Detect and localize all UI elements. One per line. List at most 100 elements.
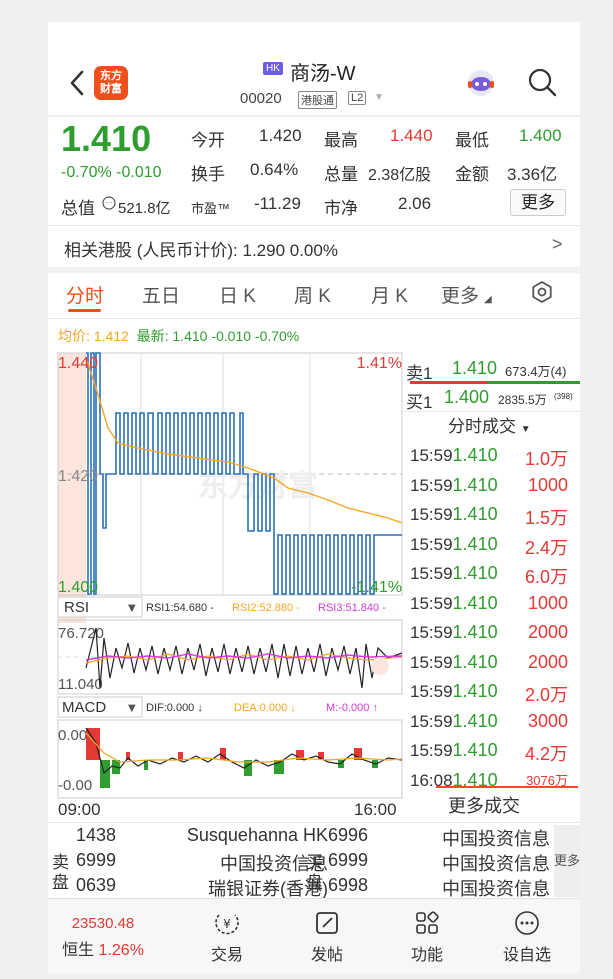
chevron-right-icon[interactable]: > bbox=[552, 234, 563, 255]
related-stock[interactable]: 相关港股 (人民币计价): 1.290 0.00% bbox=[64, 236, 338, 261]
more-brokers-button[interactable]: 更多 bbox=[554, 825, 580, 897]
trade-row: 15:591.410 6.0万 bbox=[410, 563, 580, 592]
ask-level-1[interactable]: 卖1 1.410 673.4万(4) bbox=[404, 357, 580, 384]
trade-row: 15:591.410 2.0万 bbox=[410, 681, 580, 710]
ask-volume: 673.4万(4) bbox=[505, 364, 567, 379]
trade-volume: 2.4万 bbox=[524, 537, 568, 558]
tab-weekly-k[interactable]: 周 K bbox=[294, 281, 331, 308]
svg-text:¥: ¥ bbox=[223, 917, 231, 931]
sell-broker-name: Susquehanna HK bbox=[186, 825, 328, 845]
trade-button[interactable]: ¥ 交易 bbox=[182, 899, 272, 965]
amount-label: 金额 bbox=[455, 165, 489, 184]
trade-row: 15:591.410 4.2万 bbox=[410, 740, 580, 769]
m-value: M:-0.000 ↑ bbox=[326, 702, 378, 714]
edit-icon bbox=[316, 912, 338, 934]
bid-label: 买1 bbox=[406, 393, 433, 412]
app-logo[interactable]: 东方 财富 bbox=[94, 66, 128, 100]
connect-tag: 港股通 bbox=[298, 91, 337, 109]
sell-broker-code: 0639 bbox=[76, 875, 117, 895]
y-label-bottom: 1.400 bbox=[58, 579, 98, 596]
macd-label[interactable]: MACD bbox=[62, 699, 106, 716]
pct-label-bottom: -1.41% bbox=[351, 579, 402, 596]
post-label: 发帖 bbox=[310, 947, 343, 964]
buy-broker-code: 6996 bbox=[328, 825, 369, 845]
avg-label: 均价: bbox=[58, 328, 90, 344]
trade-time: 15:59 bbox=[410, 623, 453, 642]
bid-count: (398) bbox=[554, 392, 573, 401]
ask-price: 1.410 bbox=[452, 358, 498, 378]
trade-price: 1.410 bbox=[452, 445, 498, 465]
rsi-bottom-label: 11.040 bbox=[58, 676, 103, 693]
level2-tag[interactable]: L2 bbox=[348, 91, 367, 105]
tab-intraday[interactable]: 分时 bbox=[66, 281, 104, 308]
robot-assistant-icon[interactable] bbox=[464, 66, 498, 100]
open-label: 今开 bbox=[191, 131, 225, 150]
trade-row: 15:591.410 2000 bbox=[410, 622, 580, 651]
volume-value: 2.38亿股 bbox=[368, 167, 432, 184]
chevron-down-icon: ▼ bbox=[520, 424, 531, 435]
trade-price: 1.410 bbox=[452, 740, 498, 760]
trade-price: 1.410 bbox=[452, 563, 498, 583]
sell-broker-code: 6999 bbox=[76, 850, 117, 870]
trades-title[interactable]: 分时成交 ▼ bbox=[448, 412, 531, 437]
trade-volume: 4.2万 bbox=[524, 744, 568, 764]
index-ticker[interactable]: 23530.48 恒生 1.26% bbox=[48, 899, 158, 960]
index-name: 恒生 bbox=[62, 942, 95, 959]
trade-row: 15:591.410 2.4万 bbox=[410, 534, 580, 563]
rsi1-value: RSI1:54.680 - bbox=[146, 602, 214, 614]
info-icon[interactable]: ··· bbox=[102, 196, 116, 210]
trade-price: 1.410 bbox=[452, 533, 498, 554]
function-button[interactable]: 功能 bbox=[382, 899, 472, 965]
trade-row: 16:081.410 3076万 bbox=[410, 770, 580, 799]
trade-price: 1.410 bbox=[452, 651, 498, 672]
stock-code: 00020 bbox=[240, 90, 282, 107]
intraday-chart[interactable]: 东方财富 1.440 1.420 1.400 1.41% -1.41% RSI … bbox=[48, 348, 404, 818]
bid-level-1[interactable]: 买1 1.400 2835.5万 (398) bbox=[404, 386, 580, 412]
trade-volume: 1000 bbox=[527, 474, 568, 495]
rsi-label[interactable]: RSI bbox=[64, 599, 89, 616]
trade-volume: 6.0万 bbox=[524, 567, 568, 587]
turnover-label: 换手 bbox=[191, 165, 225, 184]
trade-row: 15:591.410 2000 bbox=[410, 652, 580, 681]
post-button[interactable]: 发帖 bbox=[282, 899, 372, 965]
trade-price: 1.410 bbox=[452, 769, 498, 790]
watchlist-label: 设自选 bbox=[502, 947, 551, 964]
trade-volume: 1000 bbox=[527, 592, 568, 613]
more-quote-button[interactable]: 更多 bbox=[510, 189, 566, 216]
macd-histogram bbox=[86, 728, 378, 788]
buy-broker-name: 中国投资信息 bbox=[442, 854, 550, 874]
tab-five-day[interactable]: 五日 bbox=[142, 281, 180, 308]
rsi3-value: RSI3:51.840 - bbox=[318, 602, 386, 614]
trade-row: 15:591.410 1000 bbox=[410, 475, 580, 504]
total-value-label: 总值 bbox=[61, 199, 95, 218]
add-watchlist-button[interactable]: 设自选 bbox=[482, 899, 572, 965]
trade-label: 交易 bbox=[210, 947, 243, 964]
trade-time: 15:59 bbox=[410, 593, 453, 613]
gear-icon[interactable] bbox=[530, 280, 554, 304]
high-label: 最高 bbox=[324, 131, 358, 150]
trade-price: 1.410 bbox=[452, 592, 498, 613]
trade-price: 1.410 bbox=[452, 474, 498, 495]
rsi-marker-icon[interactable] bbox=[371, 657, 389, 675]
trade-volume: 2.0万 bbox=[524, 685, 568, 705]
bid-volume: 2835.5万 bbox=[498, 393, 547, 407]
trade-volume: 3076万 bbox=[526, 772, 568, 788]
back-arrow-icon[interactable] bbox=[66, 68, 88, 98]
function-label: 功能 bbox=[410, 947, 443, 964]
macd-dropdown-icon[interactable]: ▼ bbox=[128, 703, 136, 714]
tab-more[interactable]: 更多 bbox=[441, 281, 479, 308]
rsi-dropdown-icon[interactable]: ▼ bbox=[128, 603, 136, 614]
trade-price: 1.410 bbox=[452, 681, 498, 701]
tab-daily-k[interactable]: 日 K bbox=[219, 281, 256, 308]
trade-price: 1.410 bbox=[452, 710, 498, 731]
buy-broker-code: 6999 bbox=[328, 850, 369, 870]
stock-name: 商汤-W bbox=[290, 63, 356, 85]
search-icon[interactable] bbox=[526, 66, 558, 98]
chevron-down-icon[interactable]: ▼ bbox=[374, 92, 384, 103]
trade-price: 1.410 bbox=[452, 504, 498, 524]
divider bbox=[48, 267, 580, 273]
tab-monthly-k[interactable]: 月 K bbox=[371, 281, 408, 308]
index-change: 1.26% bbox=[98, 942, 144, 959]
broker-queue: 卖盘 买盘 更多 1438 Susquehanna HK 6999 中国投资信息 063… bbox=[48, 822, 580, 899]
trade-time: 15:59 bbox=[410, 682, 453, 701]
